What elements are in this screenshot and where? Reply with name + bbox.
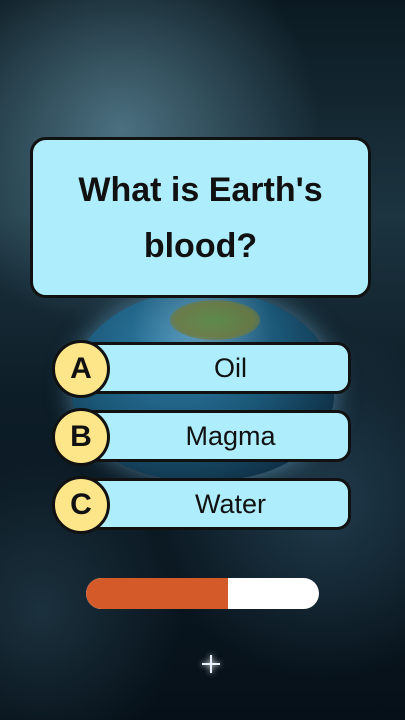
answer-letter: A bbox=[70, 352, 92, 385]
answer-option-label: Oil bbox=[214, 352, 247, 383]
countdown-timer-fill bbox=[86, 578, 229, 609]
star-sparkle-icon bbox=[202, 655, 220, 673]
answer-option-c[interactable]: Water C bbox=[52, 476, 353, 534]
answer-option-a[interactable]: Oil A bbox=[52, 340, 353, 398]
answer-option-label: Water bbox=[194, 488, 266, 519]
answer-letter: B bbox=[70, 420, 92, 453]
answer-option-label: Magma bbox=[185, 420, 276, 451]
answer-option-bar[interactable]: Oil bbox=[80, 342, 351, 394]
answer-option-bar[interactable]: Water bbox=[80, 478, 351, 530]
answer-letter: C bbox=[70, 488, 92, 521]
countdown-timer-bar bbox=[86, 578, 319, 609]
answer-letter-badge[interactable]: C bbox=[52, 476, 110, 534]
answer-letter-badge[interactable]: A bbox=[52, 340, 110, 398]
question-card: What is Earth's blood? bbox=[30, 137, 371, 298]
planet-landmass bbox=[170, 300, 260, 340]
answer-option-b[interactable]: Magma B bbox=[52, 408, 353, 466]
answer-option-bar[interactable]: Magma bbox=[80, 410, 351, 462]
question-text: What is Earth's blood? bbox=[78, 170, 323, 265]
answer-letter-badge[interactable]: B bbox=[52, 408, 110, 466]
